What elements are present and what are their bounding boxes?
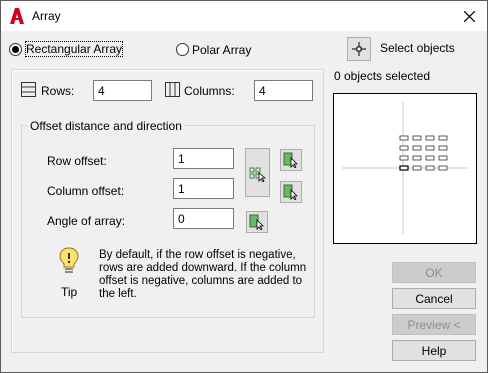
preview-array-item [412,155,422,161]
angle-input[interactable]: 0 [173,208,234,229]
title-bar: Array [1,1,487,31]
pick-column-offset-icon [283,184,298,200]
pick-row-offset-button[interactable] [280,149,302,171]
preview-array-item [425,165,435,171]
cancel-button[interactable]: Cancel [392,288,476,309]
polar-array-label[interactable]: Polar Array [192,43,251,57]
pick-angle-button[interactable] [246,211,268,233]
preview-array-item [425,155,435,161]
preview-array-item [399,145,409,151]
preview-array-item [425,135,435,141]
ok-button[interactable]: OK [392,262,476,283]
preview-array-item [438,145,448,151]
array-dialog: Array Rectangular Array Polar Array Rows… [0,0,488,373]
window-title: Array [32,9,61,23]
preview-array-item [438,135,448,141]
tip-label: Tip [61,285,78,299]
columns-input[interactable]: 4 [254,80,313,101]
rectangular-array-label[interactable]: Rectangular Array [24,41,124,57]
select-objects-button[interactable] [347,37,371,61]
preview-array-item [425,145,435,151]
autocad-logo-icon [10,8,24,24]
help-button[interactable]: Help [392,340,476,361]
column-offset-input[interactable]: 1 [173,178,234,199]
objects-selected-status: 0 objects selected [334,69,431,83]
preview-array-item [399,165,409,171]
pick-both-offsets-icon [249,167,266,182]
pick-column-offset-button[interactable] [280,181,302,203]
rectangular-array-radio[interactable] [9,43,22,56]
offset-group-title: Offset distance and direction [27,119,185,133]
pick-both-offsets-button[interactable] [245,148,270,197]
row-offset-input[interactable]: 1 [173,148,234,169]
array-preview [333,93,477,244]
rows-icon [21,82,36,97]
preview-grid [399,135,448,171]
close-icon [463,10,475,22]
preview-array-item [438,155,448,161]
preview-array-item [438,165,448,171]
rows-input[interactable]: 4 [93,80,152,101]
pick-angle-icon [249,214,264,230]
preview-canvas [342,102,468,234]
preview-button[interactable]: Preview < [392,314,476,335]
lightbulb-icon [59,247,79,273]
preview-array-item [399,155,409,161]
polar-array-radio[interactable] [176,43,189,56]
rows-label: Rows: [41,84,75,98]
columns-icon [165,82,180,97]
tip-text: By default, if the row offset is negativ… [99,249,307,300]
row-offset-label: Row offset: [47,154,107,168]
preview-array-item [412,135,422,141]
preview-array-item [399,135,409,141]
pick-row-offset-icon [283,152,298,168]
columns-label: Columns: [184,84,235,98]
preview-array-item [412,145,422,151]
preview-array-item [412,165,422,171]
close-button[interactable] [451,1,487,31]
select-objects-label: Select objects [380,41,455,55]
angle-label: Angle of array: [47,214,126,228]
crosshair-icon [352,42,366,56]
column-offset-label: Column offset: [47,184,125,198]
